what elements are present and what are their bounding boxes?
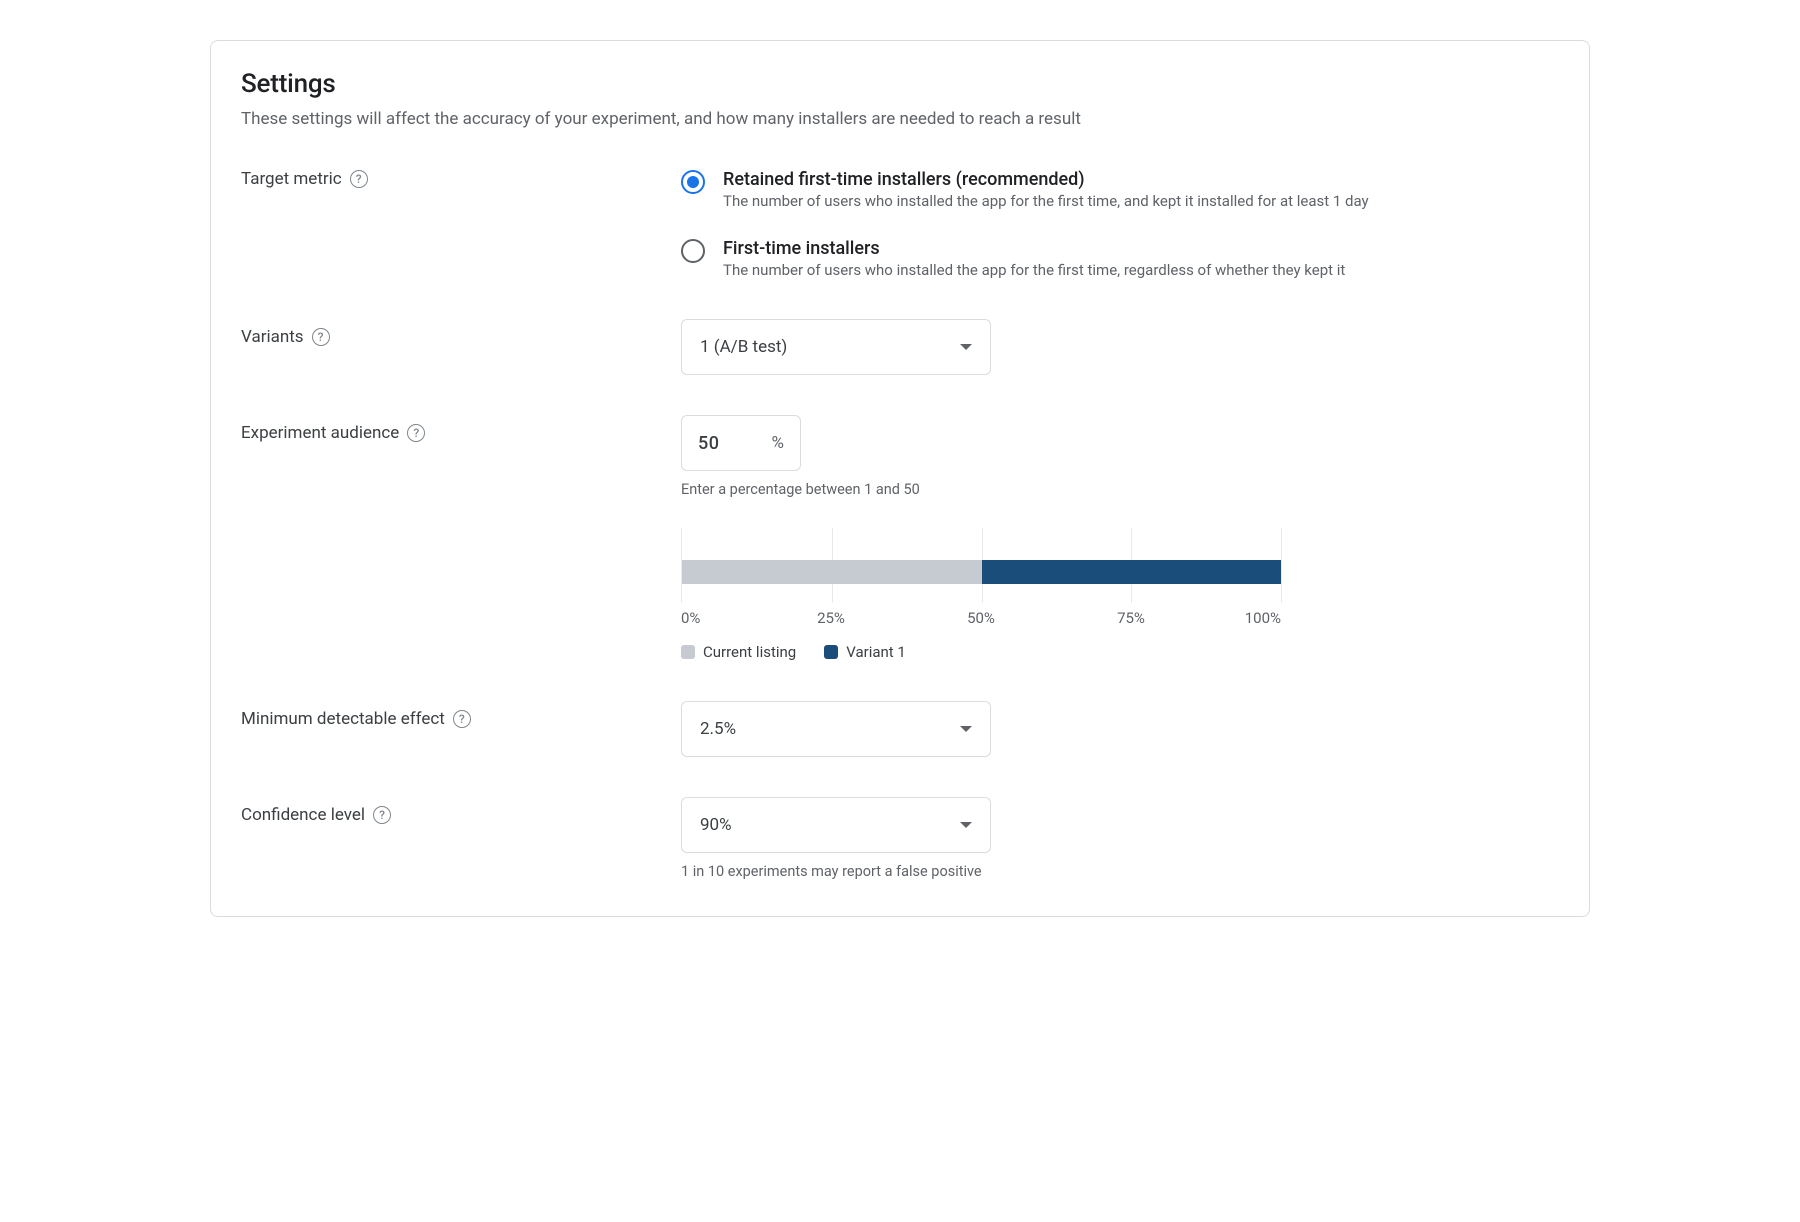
select-value: 90% xyxy=(700,815,732,835)
settings-card: Settings These settings will affect the … xyxy=(210,40,1590,917)
legend-swatch-icon xyxy=(824,645,838,659)
axis-tick: 25% xyxy=(817,609,845,627)
chevron-down-icon xyxy=(960,822,972,828)
audience-percentage-input[interactable]: 50 % xyxy=(681,415,801,471)
bar-current-listing xyxy=(682,560,982,584)
legend-swatch-icon xyxy=(681,645,695,659)
chart-axis: 0% 25% 50% 75% 100% xyxy=(681,609,1281,631)
confidence-hint: 1 in 10 experiments may report a false p… xyxy=(681,863,1559,880)
axis-tick: 0% xyxy=(681,609,700,627)
variants-label: Variants ? xyxy=(241,319,681,347)
confidence-label: Confidence level ? xyxy=(241,797,681,825)
help-icon[interactable]: ? xyxy=(453,710,471,728)
target-metric-radiogroup: Retained first-time installers (recommen… xyxy=(681,169,1559,279)
radio-retained-installers[interactable]: Retained first-time installers (recommen… xyxy=(681,169,1559,210)
mde-label: Minimum detectable effect ? xyxy=(241,701,681,729)
chart-legend: Current listing Variant 1 xyxy=(681,643,1281,661)
axis-tick: 75% xyxy=(1117,609,1145,627)
variants-select[interactable]: 1 (A/B test) xyxy=(681,319,991,375)
help-icon[interactable]: ? xyxy=(312,328,330,346)
help-icon[interactable]: ? xyxy=(373,806,391,824)
select-value: 1 (A/B test) xyxy=(700,337,787,357)
radio-description: The number of users who installed the ap… xyxy=(723,192,1369,210)
experiment-audience-label: Experiment audience ? xyxy=(241,415,681,443)
chevron-down-icon xyxy=(960,726,972,732)
radio-icon xyxy=(681,239,705,263)
select-value: 2.5% xyxy=(700,719,736,739)
chevron-down-icon xyxy=(960,344,972,350)
help-icon[interactable]: ? xyxy=(350,170,368,188)
radio-label: Retained first-time installers (recommen… xyxy=(723,169,1369,190)
radio-description: The number of users who installed the ap… xyxy=(723,261,1345,279)
percent-unit: % xyxy=(772,433,784,453)
mde-select[interactable]: 2.5% xyxy=(681,701,991,757)
axis-tick: 100% xyxy=(1245,609,1281,627)
page-subtitle: These settings will affect the accuracy … xyxy=(241,109,1559,129)
bar-variant-1 xyxy=(982,560,1282,584)
audience-hint: Enter a percentage between 1 and 50 xyxy=(681,481,1559,498)
chart-track xyxy=(681,528,1281,603)
audience-split-chart: 0% 25% 50% 75% 100% Current listing Vari… xyxy=(681,528,1281,661)
radio-icon xyxy=(681,170,705,194)
axis-tick: 50% xyxy=(967,609,995,627)
legend-item-current: Current listing xyxy=(681,643,796,661)
radio-label: First-time installers xyxy=(723,238,1345,259)
legend-item-variant: Variant 1 xyxy=(824,643,906,661)
target-metric-label: Target metric ? xyxy=(241,169,681,189)
page-title: Settings xyxy=(241,69,1559,99)
confidence-select[interactable]: 90% xyxy=(681,797,991,853)
input-value: 50 xyxy=(698,433,764,454)
help-icon[interactable]: ? xyxy=(407,424,425,442)
radio-first-time-installers[interactable]: First-time installers The number of user… xyxy=(681,238,1559,279)
